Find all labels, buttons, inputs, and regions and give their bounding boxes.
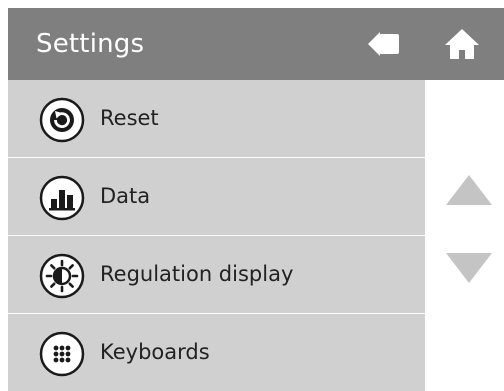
menu-item-label: Data bbox=[100, 184, 151, 208]
settings-menu: Reset Data Regulation display Keyboards bbox=[8, 80, 425, 391]
settings-screen: Settings Reset Data Regulation display K… bbox=[8, 8, 504, 391]
menu-item-reset[interactable]: Reset bbox=[8, 80, 425, 157]
back-button[interactable] bbox=[364, 24, 404, 64]
bar-chart-icon bbox=[38, 174, 86, 222]
keypad-icon bbox=[38, 330, 86, 378]
brightness-icon bbox=[38, 252, 86, 300]
menu-item-regulation-display[interactable]: Regulation display bbox=[8, 235, 425, 313]
header-bar: Settings bbox=[8, 8, 504, 80]
menu-item-label: Keyboards bbox=[100, 340, 210, 364]
menu-item-keyboards[interactable]: Keyboards bbox=[8, 313, 425, 391]
arrow-left-icon bbox=[368, 32, 399, 56]
menu-item-label: Regulation display bbox=[100, 262, 294, 286]
page-title: Settings bbox=[36, 29, 145, 59]
triangle-down-icon bbox=[446, 253, 492, 283]
home-button[interactable] bbox=[442, 24, 482, 64]
menu-item-data[interactable]: Data bbox=[8, 157, 425, 235]
triangle-up-icon bbox=[446, 175, 492, 205]
menu-item-label: Reset bbox=[100, 106, 159, 130]
home-icon bbox=[445, 29, 479, 59]
scroll-up-button[interactable] bbox=[444, 172, 494, 208]
reset-icon bbox=[38, 96, 86, 144]
scroll-down-button[interactable] bbox=[444, 250, 494, 286]
